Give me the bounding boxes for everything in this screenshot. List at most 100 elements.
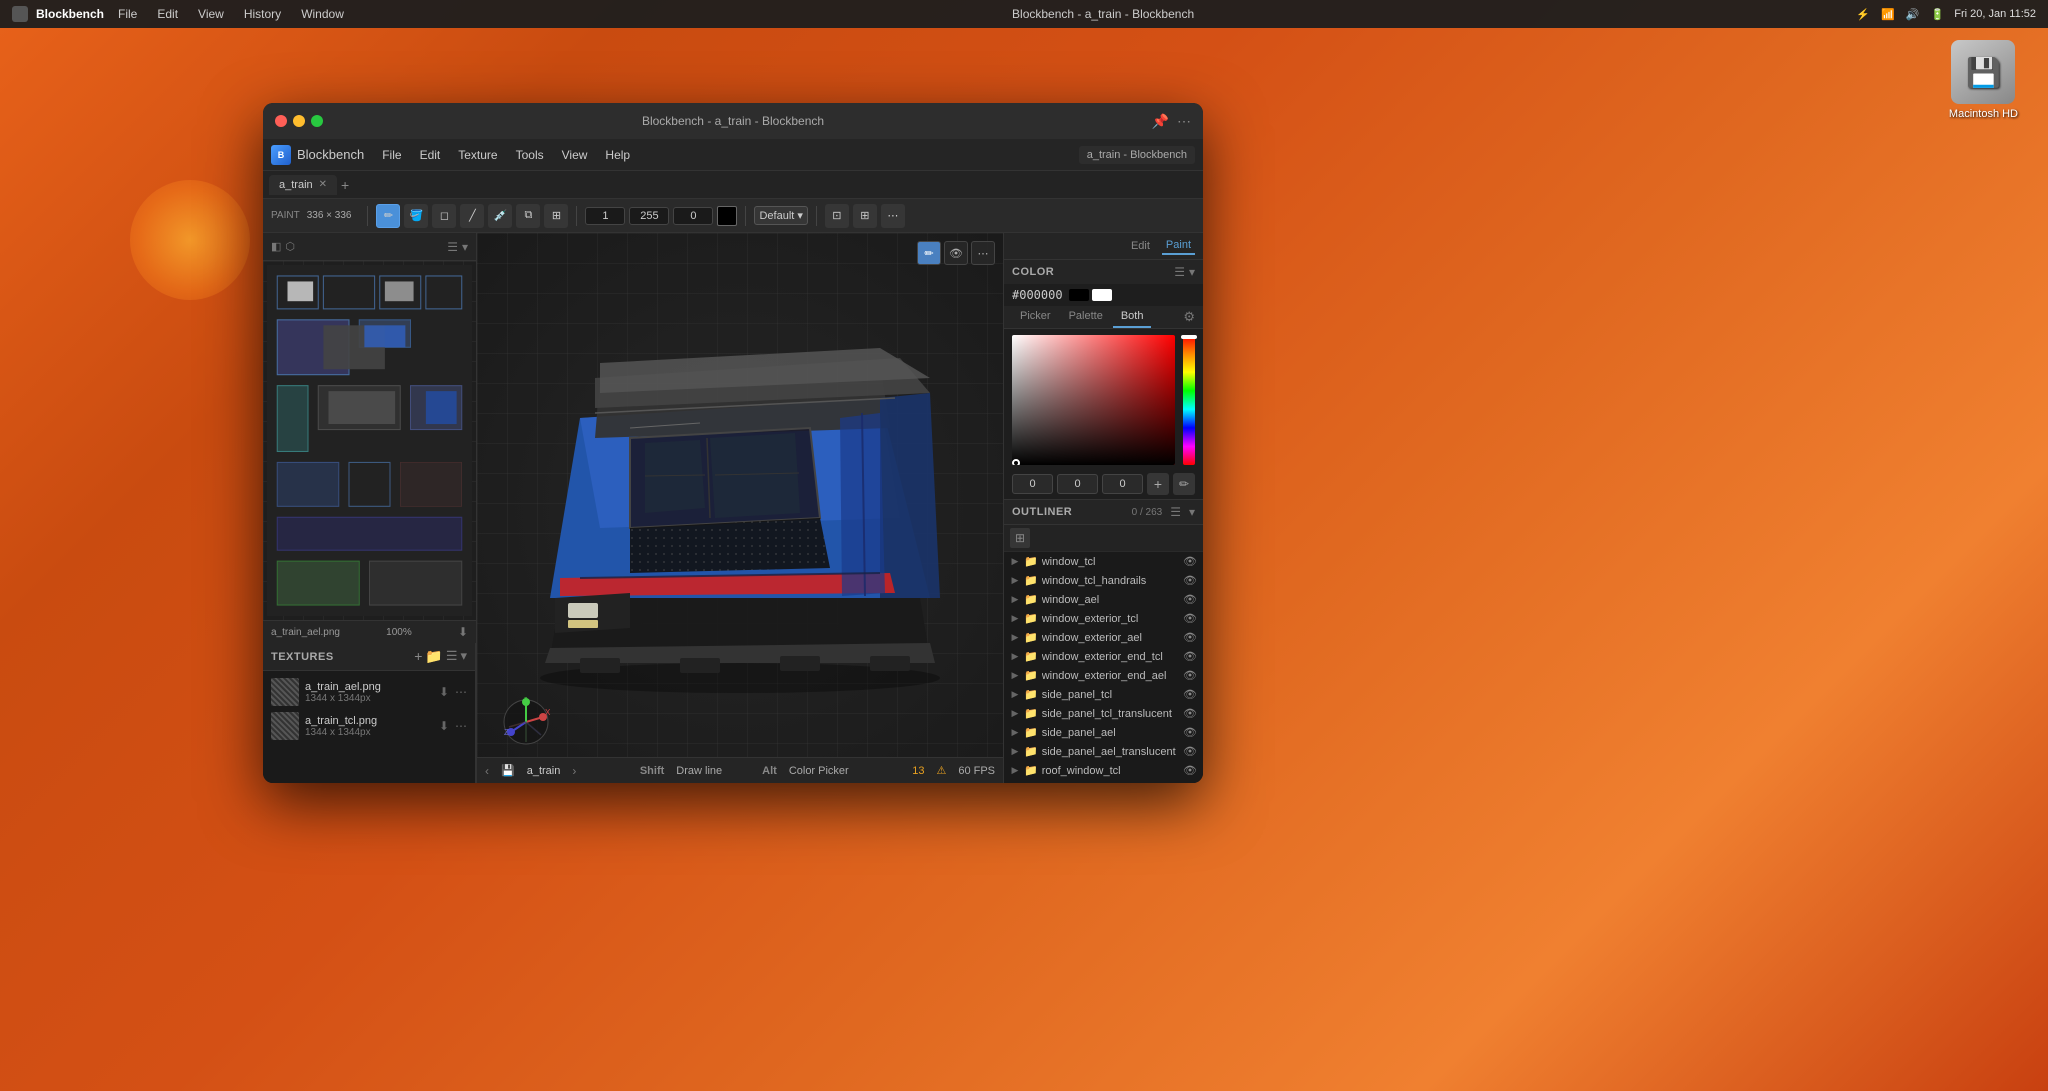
rgb-g-input[interactable] xyxy=(1057,474,1098,494)
menu-edit[interactable]: Edit xyxy=(151,5,184,23)
list-item-10[interactable]: ▶ 📁 side_panel_ael_translucent 👁 xyxy=(1004,742,1203,761)
color-swatch[interactable] xyxy=(717,206,737,226)
texture-more-1[interactable]: ⋯ xyxy=(455,719,467,733)
expand-icon-3[interactable]: ▶ xyxy=(1010,614,1020,624)
list-item-1[interactable]: ▶ 📁 window_tcl_handrails 👁 xyxy=(1004,571,1203,590)
eye-icon-4[interactable]: 👁 xyxy=(1183,631,1197,644)
expand-icon-1[interactable]: ▶ xyxy=(1010,576,1020,586)
list-item-2[interactable]: ▶ 📁 window_ael 👁 xyxy=(1004,590,1203,609)
rgb-r-input[interactable] xyxy=(1012,474,1053,494)
value2-input[interactable] xyxy=(629,207,669,225)
list-item-7[interactable]: ▶ 📁 side_panel_tcl 👁 xyxy=(1004,685,1203,704)
vp-view-btn[interactable]: 👁 xyxy=(944,241,968,265)
list-item-9[interactable]: ▶ 📁 side_panel_ael 👁 xyxy=(1004,723,1203,742)
color-gradient[interactable] xyxy=(1012,335,1175,465)
tab-a-train[interactable]: a_train ✕ xyxy=(269,175,337,195)
list-item-12[interactable]: ▶ 📁 roof_window_ael 👁 xyxy=(1004,780,1203,783)
menu-history[interactable]: History xyxy=(238,5,287,23)
maximize-button[interactable] xyxy=(311,115,323,127)
expand-icon-11[interactable]: ▶ xyxy=(1010,766,1020,776)
rgb-b-input[interactable] xyxy=(1102,474,1143,494)
texture-more-0[interactable]: ⋯ xyxy=(455,685,467,699)
menu-tools[interactable]: Tools xyxy=(508,145,552,165)
eye-icon-11[interactable]: 👁 xyxy=(1183,764,1197,777)
color-tab-both[interactable]: Both xyxy=(1113,306,1152,328)
outliner-collapse-icon[interactable]: ▾ xyxy=(1189,505,1195,519)
nav-prev[interactable]: ‹ xyxy=(485,764,489,778)
textures-menu-icon[interactable]: ☰ xyxy=(446,648,458,665)
eye-icon-5[interactable]: 👁 xyxy=(1183,650,1197,663)
expand-icon-9[interactable]: ▶ xyxy=(1010,728,1020,738)
eye-icon-8[interactable]: 👁 xyxy=(1183,707,1197,720)
color-collapse-icon[interactable]: ▾ xyxy=(1189,265,1195,279)
line-tool-btn[interactable]: ╱ xyxy=(460,204,484,228)
list-item-0[interactable]: ▶ 📁 window_tcl 👁 xyxy=(1004,552,1203,571)
color-pick-btn[interactable]: 💉 xyxy=(488,204,512,228)
color-menu-icon[interactable]: ☰ xyxy=(1174,265,1185,279)
eye-icon-7[interactable]: 👁 xyxy=(1183,688,1197,701)
menu-edit[interactable]: Edit xyxy=(412,145,449,165)
vp-paint-mode-btn[interactable]: ✏ xyxy=(917,241,941,265)
eye-icon-1[interactable]: 👁 xyxy=(1183,574,1197,587)
eye-icon-9[interactable]: 👁 xyxy=(1183,726,1197,739)
nav-next[interactable]: › xyxy=(572,764,576,778)
eye-icon-6[interactable]: 👁 xyxy=(1183,669,1197,682)
menu-help[interactable]: Help xyxy=(597,145,638,165)
list-item-11[interactable]: ▶ 📁 roof_window_tcl 👁 xyxy=(1004,761,1203,780)
add-folder-icon[interactable]: 📁 xyxy=(425,648,442,665)
texture-item-0[interactable]: a_train_ael.png 1344 x 1344px ⬇ ⋯ xyxy=(267,675,471,709)
menu-view[interactable]: View xyxy=(554,145,596,165)
expand-icon-8[interactable]: ▶ xyxy=(1010,709,1020,719)
pin-icon[interactable]: 📌 xyxy=(1152,113,1169,130)
texture-item-1[interactable]: a_train_tcl.png 1344 x 1344px ⬇ ⋯ xyxy=(267,709,471,743)
outliner-grid-btn[interactable]: ⊞ xyxy=(1010,528,1030,548)
expand-icon-4[interactable]: ▶ xyxy=(1010,633,1020,643)
color-settings-icon[interactable]: ⚙ xyxy=(1183,309,1195,325)
texture-export-1[interactable]: ⬇ xyxy=(439,719,449,733)
tab-close-icon[interactable]: ✕ xyxy=(319,179,327,190)
extra-btn-2[interactable]: ⊞ xyxy=(853,204,877,228)
close-button[interactable] xyxy=(275,115,287,127)
panel-icon-1[interactable]: ◧ xyxy=(271,240,281,253)
uv-canvas[interactable] xyxy=(263,261,476,620)
expand-icon-7[interactable]: ▶ xyxy=(1010,690,1020,700)
value3-input[interactable] xyxy=(673,207,713,225)
fill-tool-btn[interactable]: 🪣 xyxy=(404,204,428,228)
outliner-list[interactable]: ▶ 📁 window_tcl 👁 ▶ 📁 window_tcl_handrail… xyxy=(1004,552,1203,783)
eye-icon-3[interactable]: 👁 xyxy=(1183,612,1197,625)
grid-btn[interactable]: ⊞ xyxy=(544,204,568,228)
erase-tool-btn[interactable]: ◻ xyxy=(432,204,456,228)
tab-edit[interactable]: Edit xyxy=(1127,238,1154,254)
minimize-button[interactable] xyxy=(293,115,305,127)
add-texture-icon[interactable]: + xyxy=(414,648,422,665)
viewport[interactable]: ✏ 👁 ⋯ xyxy=(477,233,1003,783)
color-hex-value[interactable]: #000000 xyxy=(1012,288,1063,302)
list-item-6[interactable]: ▶ 📁 window_exterior_end_ael 👁 xyxy=(1004,666,1203,685)
expand-icon-2[interactable]: ▶ xyxy=(1010,595,1020,605)
add-color-btn[interactable]: + xyxy=(1147,473,1169,495)
traffic-lights[interactable] xyxy=(275,115,323,127)
menu-texture[interactable]: Texture xyxy=(450,145,505,165)
vp-more-btn[interactable]: ⋯ xyxy=(971,241,995,265)
expand-icon-0[interactable]: ▶ xyxy=(1010,557,1020,567)
hue-slider[interactable] xyxy=(1183,335,1195,465)
value1-input[interactable] xyxy=(585,207,625,225)
mode-dropdown[interactable]: Default ▾ xyxy=(754,206,807,225)
tab-add-button[interactable]: + xyxy=(341,177,349,193)
menu-file[interactable]: File xyxy=(112,5,143,23)
menu-file[interactable]: File xyxy=(374,145,409,165)
panel-icon-2[interactable]: ⬡ xyxy=(285,240,295,253)
texture-export-0[interactable]: ⬇ xyxy=(439,685,449,699)
textures-collapse-icon[interactable]: ▾ xyxy=(460,648,467,665)
expand-icon-6[interactable]: ▶ xyxy=(1010,671,1020,681)
eye-icon-0[interactable]: 👁 xyxy=(1183,555,1197,568)
swatch-black[interactable] xyxy=(1069,289,1089,301)
more-icon[interactable]: ⋯ xyxy=(1177,113,1191,130)
swatch-white[interactable] xyxy=(1092,289,1112,301)
color-tab-picker[interactable]: Picker xyxy=(1012,306,1059,328)
list-item-3[interactable]: ▶ 📁 window_exterior_tcl 👁 xyxy=(1004,609,1203,628)
outliner-menu-icon[interactable]: ☰ xyxy=(1170,505,1181,519)
uv-export-icon[interactable]: ⬇ xyxy=(458,625,468,639)
expand-icon-5[interactable]: ▶ xyxy=(1010,652,1020,662)
list-item-5[interactable]: ▶ 📁 window_exterior_end_tcl 👁 xyxy=(1004,647,1203,666)
